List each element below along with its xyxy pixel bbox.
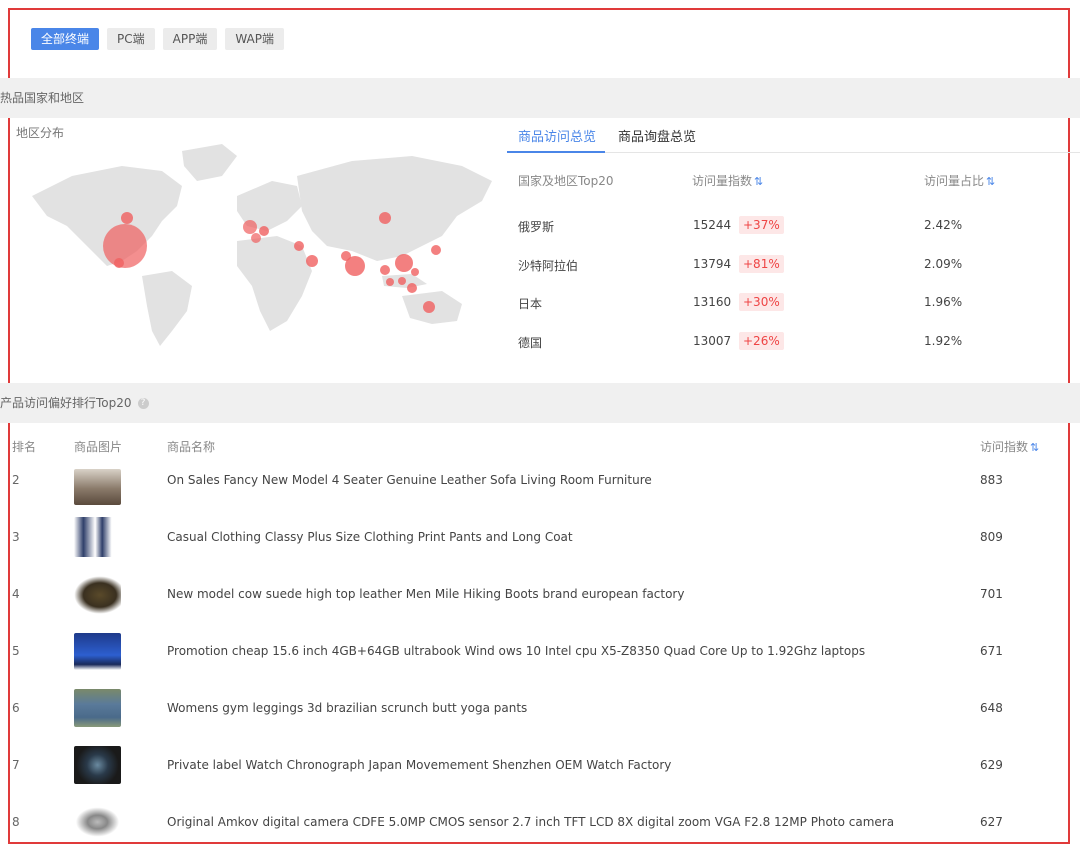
filter-pc[interactable]: PC端 [107,28,155,50]
header-visits-label: 访问量指数 [692,174,753,188]
section-title: 热品国家和地区 [0,91,85,105]
country-name: 日本 [518,297,543,311]
country-share: 2.42% [924,218,963,232]
change-badge: +37% [739,216,784,234]
bubble [411,268,419,276]
country-visits: 13794 [693,257,732,271]
sort-icon[interactable]: ⇅ [1030,441,1039,454]
active-tab-underline [507,151,605,153]
bubble [259,226,269,236]
bubble [345,256,365,276]
table-row[interactable]: 5 Promotion cheap 15.6 inch 4GB+64GB ult… [0,633,1080,690]
product-index: 701 [980,587,1003,601]
rank: 7 [12,758,20,772]
product-index: 627 [980,815,1003,829]
section-title: 产品访问偏好排行Top20 [0,396,132,410]
bubble [431,245,441,255]
country-visits: 13160 [693,295,732,309]
table-row[interactable]: 2 On Sales Fancy New Model 4 Seater Genu… [0,462,1080,519]
rank: 5 [12,644,20,658]
header-visits[interactable]: 访问量指数 ⇅ [692,172,763,189]
country-share: 2.09% [924,257,963,271]
tab-product-inquiries[interactable]: 商品询盘总览 [618,126,696,145]
section-header-countries: 热品国家和地区 [0,78,1080,118]
product-name[interactable]: Original Amkov digital camera CDFE 5.0MP… [167,815,894,829]
help-icon[interactable]: ? [137,398,149,409]
product-image-leggings[interactable] [74,689,121,727]
product-image-watch[interactable] [74,746,121,784]
continents [32,144,492,346]
product-name[interactable]: Promotion cheap 15.6 inch 4GB+64GB ultra… [167,644,865,658]
product-name[interactable]: On Sales Fancy New Model 4 Seater Genuin… [167,473,652,487]
rank: 8 [12,815,20,829]
table-row[interactable]: 6 Womens gym leggings 3d brazilian scrun… [0,689,1080,747]
country-name: 沙特阿拉伯 [518,259,579,273]
product-image-camera[interactable] [74,806,121,838]
header-index-label: 访问指数 [980,440,1029,454]
bubble [407,283,417,293]
bubble [121,212,133,224]
overview-tabs: 商品访问总览 商品询盘总览 [507,118,1080,153]
product-index: 883 [980,473,1003,487]
table-row[interactable]: 4 New model cow suede high top leather M… [0,576,1080,633]
header-name: 商品名称 [167,440,216,454]
header-share[interactable]: 访问量占比 ⇅ [924,172,995,189]
change-badge: +81% [739,255,784,273]
tab-product-visits[interactable]: 商品访问总览 [518,126,596,145]
country-visits: 15244 [693,218,732,232]
country-share: 1.92% [924,334,963,348]
table-row[interactable]: 7 Private label Watch Chronograph Japan … [0,746,1080,804]
bubble [114,258,124,268]
bubble [423,301,435,313]
sort-icon[interactable]: ⇅ [986,175,995,188]
terminal-filter: 全部终端 PC端 APP端 WAP端 [31,28,284,50]
rank: 2 [12,473,20,487]
table-row[interactable]: 8 Original Amkov digital camera CDFE 5.0… [0,804,1080,861]
bubble [380,265,390,275]
bubble [251,233,261,243]
product-image-laptop[interactable] [74,633,121,670]
country-share: 1.96% [924,295,963,309]
world-map [32,144,492,346]
change-badge: +30% [739,293,784,311]
product-index: 671 [980,644,1003,658]
section-header-products: 产品访问偏好排行Top20? [0,383,1080,423]
filter-all-terminals[interactable]: 全部终端 [31,28,100,50]
product-index: 809 [980,530,1003,544]
rank: 6 [12,701,20,715]
bubble [395,254,413,272]
rank: 3 [12,530,20,544]
bubble [398,277,406,285]
header-index[interactable]: 访问指数 ⇅ [980,438,1039,455]
header-country: 国家及地区Top20 [518,174,614,188]
bubble [379,212,391,224]
country-name: 德国 [518,336,543,350]
bubble [294,241,304,251]
product-index: 629 [980,758,1003,772]
product-name[interactable]: Casual Clothing Classy Plus Size Clothin… [167,530,573,544]
rank: 4 [12,587,20,601]
country-visits: 13007 [693,334,732,348]
table-row[interactable]: 3 Casual Clothing Classy Plus Size Cloth… [0,517,1080,576]
product-image-boots[interactable] [74,576,121,614]
filter-app[interactable]: APP端 [162,28,218,50]
header-share-label: 访问量占比 [924,174,985,188]
product-index: 648 [980,701,1003,715]
bubble [306,255,318,267]
product-name[interactable]: Womens gym leggings 3d brazilian scrunch… [167,701,527,715]
product-image-clothing[interactable] [74,517,121,557]
header-image: 商品图片 [74,440,123,454]
country-name: 俄罗斯 [518,220,555,234]
product-name[interactable]: Private label Watch Chronograph Japan Mo… [167,758,671,772]
product-image-sofa[interactable] [74,469,121,505]
sort-icon[interactable]: ⇅ [754,175,763,188]
bubble [103,224,147,268]
change-badge: +26% [739,332,784,350]
bubble [243,220,257,234]
filter-wap[interactable]: WAP端 [225,28,284,50]
bubble [386,278,394,286]
header-rank: 排名 [12,440,37,454]
product-name[interactable]: New model cow suede high top leather Men… [167,587,684,601]
